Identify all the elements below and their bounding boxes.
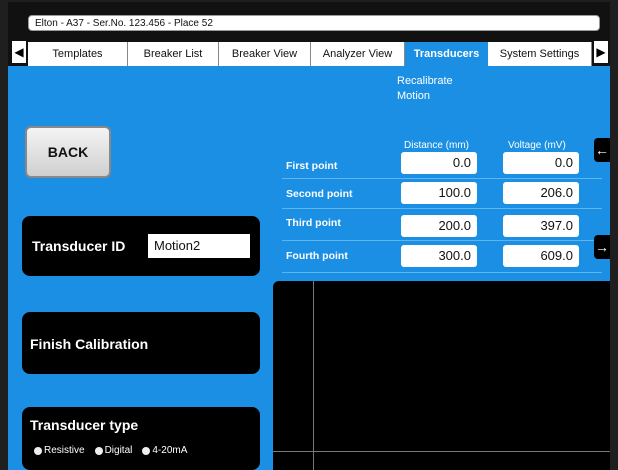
radio-4-20ma[interactable]: 4-20mA — [142, 445, 187, 456]
radio-label: Resistive — [44, 445, 85, 456]
finish-calibration-label: Finish Calibration — [30, 336, 149, 352]
voltage-cell-second[interactable]: 206.0 — [503, 182, 579, 204]
distance-cell-fourth[interactable]: 300.0 — [401, 245, 477, 267]
voltage-header: Voltage (mV) — [508, 140, 566, 151]
tab-breaker-list[interactable]: Breaker List — [128, 42, 219, 66]
app-frame: Elton - A37 - Ser.No. 123.456 - Place 52… — [8, 2, 610, 470]
tab-scroll-left-icon[interactable]: ◀ — [12, 41, 26, 63]
tab-breaker-view[interactable]: Breaker View — [219, 42, 311, 66]
transducer-id-panel: Transducer ID Motion2 — [22, 216, 260, 276]
calibration-plot — [273, 281, 610, 470]
radio-dot-icon — [34, 446, 42, 455]
row-divider — [282, 208, 602, 209]
voltage-cell-first[interactable]: 0.0 — [503, 152, 579, 174]
row-divider — [282, 272, 602, 273]
row-label-third: Third point — [286, 217, 341, 229]
radio-label: 4-20mA — [152, 445, 188, 456]
transducer-id-label: Transducer ID — [32, 238, 126, 254]
radio-label: Digital — [104, 445, 133, 456]
arrow-left-icon[interactable]: ← — [594, 138, 610, 162]
radio-resistive[interactable]: Resistive — [34, 445, 85, 456]
tab-scroll-right-icon[interactable]: ▶ — [594, 41, 608, 63]
tab-analyzer-view[interactable]: Analyzer View — [311, 42, 405, 66]
plot-y-axis — [313, 281, 314, 470]
transducer-type-label: Transducer type — [30, 417, 139, 433]
distance-cell-second[interactable]: 100.0 — [401, 182, 477, 204]
row-label-second: Second point — [286, 188, 353, 200]
transducer-type-panel: Transducer type Resistive Digital 4-20mA — [22, 407, 260, 470]
page-subtitle: Recalibrate Motion — [397, 75, 453, 102]
row-label-first: First point — [286, 160, 338, 172]
finish-calibration-button[interactable]: Finish Calibration — [22, 312, 260, 374]
arrow-right-icon[interactable]: → — [594, 235, 610, 259]
radio-digital[interactable]: Digital — [94, 445, 133, 456]
voltage-cell-fourth[interactable]: 609.0 — [503, 245, 579, 267]
radio-dot-icon — [94, 446, 103, 455]
radio-dot-icon — [142, 446, 151, 455]
back-button[interactable]: BACK — [25, 126, 111, 178]
window-title: Elton - A37 - Ser.No. 123.456 - Place 52 — [28, 15, 600, 31]
row-label-fourth: Fourth point — [286, 250, 348, 262]
tab-bar: ◀ Templates Breaker List Breaker View An… — [8, 38, 610, 66]
distance-cell-first[interactable]: 0.0 — [401, 152, 477, 174]
tab-templates[interactable]: Templates — [28, 42, 128, 66]
row-divider — [282, 240, 602, 241]
distance-header: Distance (mm) — [404, 140, 470, 151]
plot-x-axis — [273, 451, 610, 452]
distance-cell-third[interactable]: 200.0 — [401, 215, 477, 237]
title-bar: Elton - A37 - Ser.No. 123.456 - Place 52 — [8, 2, 610, 38]
voltage-cell-third[interactable]: 397.0 — [503, 215, 579, 237]
row-divider — [282, 178, 602, 179]
transducer-id-input[interactable]: Motion2 — [148, 234, 250, 258]
tab-transducers[interactable]: Transducers — [405, 42, 488, 66]
transducer-type-options: Resistive Digital 4-20mA — [34, 445, 187, 456]
tab-system-settings[interactable]: System Settings — [488, 42, 592, 66]
